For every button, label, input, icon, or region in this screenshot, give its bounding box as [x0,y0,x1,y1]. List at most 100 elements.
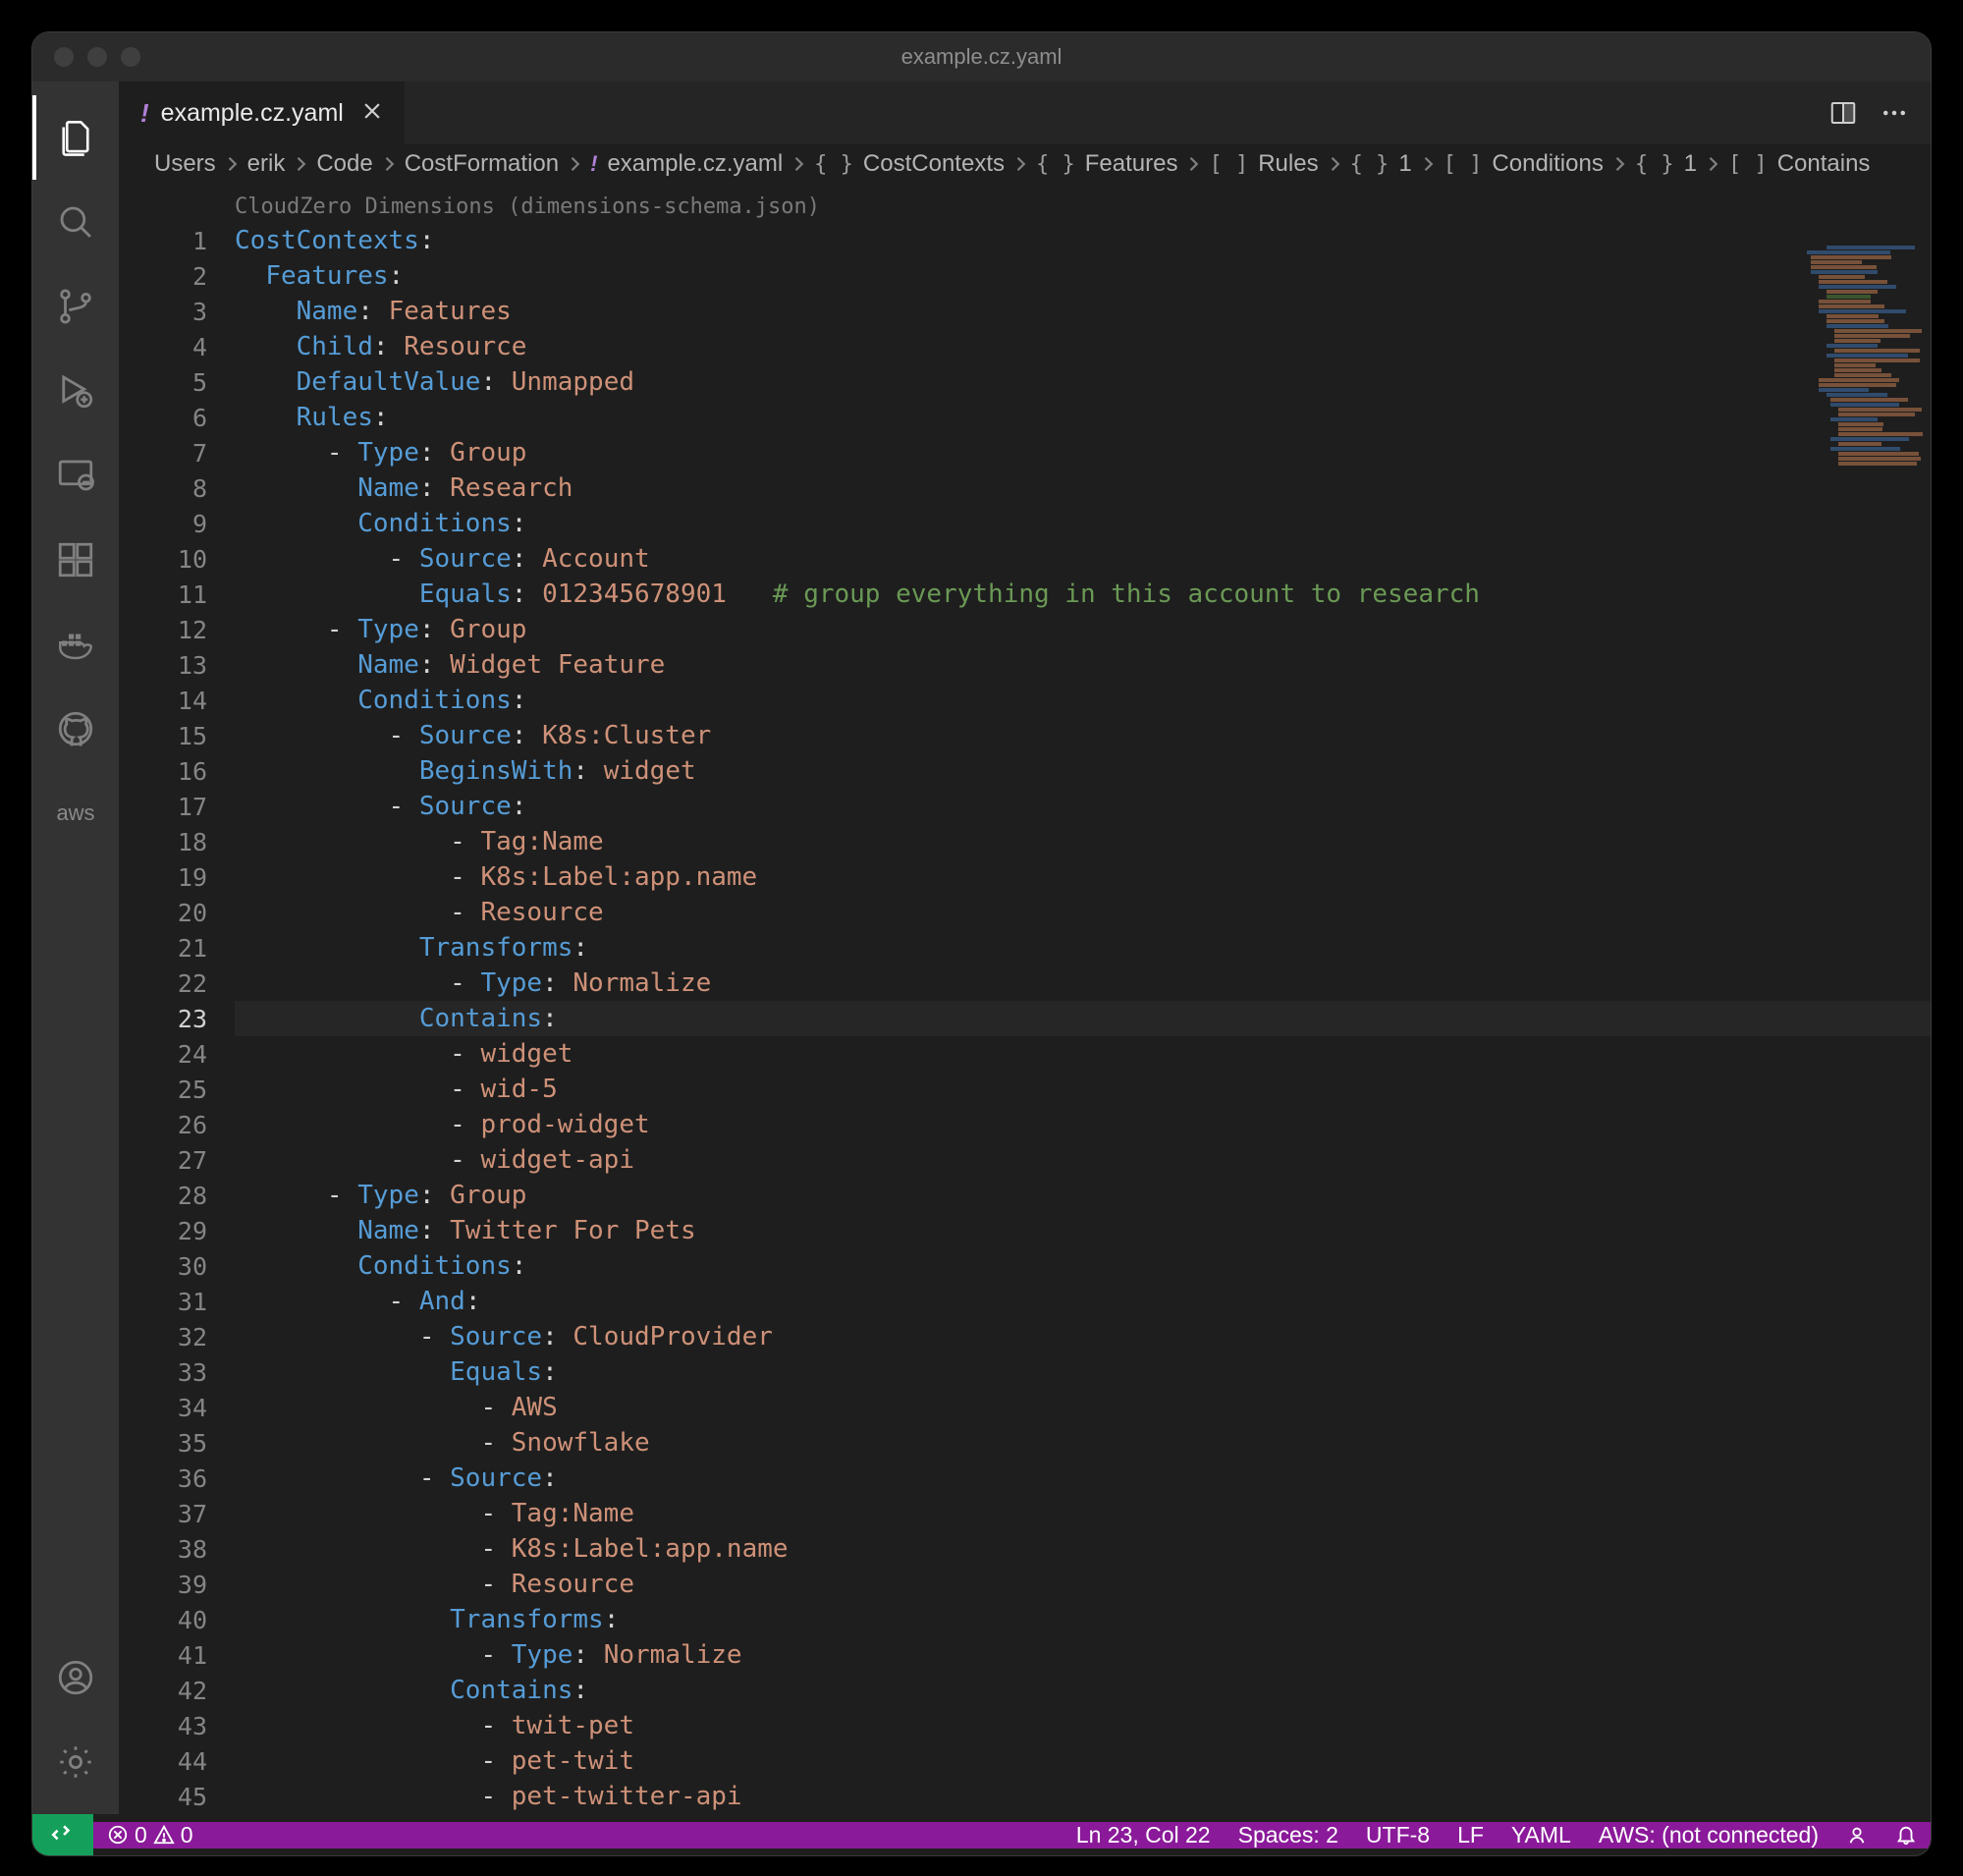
status-notifications[interactable] [1895,1824,1917,1846]
code-line[interactable]: - widget-api [235,1142,1931,1178]
code-line[interactable]: - Resource [235,1567,1931,1602]
breadcrumbs[interactable]: Users erik Code CostFormation !example.cz.ya… [119,144,1931,184]
code-line[interactable]: Features: [235,258,1931,294]
code-line[interactable]: Contains: [235,1673,1931,1708]
code-line[interactable]: Conditions: [235,1248,1931,1284]
code-line[interactable]: - K8s:Label:app.name [235,859,1931,895]
feedback-icon [1846,1824,1868,1846]
breadcrumb-item[interactable]: CostFormation [405,150,559,178]
line-number: 38 [119,1531,207,1567]
breadcrumb-item[interactable]: { }CostContexts [814,150,1005,178]
code-line[interactable]: Contains: [235,1001,1931,1036]
code-line[interactable]: - Resource [235,895,1931,930]
breadcrumb-item[interactable]: [ ]Contains [1728,150,1870,178]
tab-close-button[interactable] [355,100,383,127]
code-line[interactable]: DefaultValue: Unmapped [235,364,1931,400]
more-actions-button[interactable] [1880,98,1909,128]
gear-icon [55,1741,96,1783]
activity-remote-explorer[interactable] [32,433,119,518]
activity-run-debug[interactable] [32,349,119,433]
split-editor-button[interactable] [1828,98,1858,128]
status-cursor[interactable]: Ln 23, Col 22 [1076,1822,1211,1848]
activity-source-control[interactable] [32,264,119,349]
code-line[interactable]: - Source: [235,789,1931,824]
breadcrumb-item[interactable]: { }Features [1036,150,1177,178]
status-eol[interactable]: LF [1457,1822,1484,1848]
code-line[interactable]: CostContexts: [235,223,1931,258]
code-line[interactable]: Conditions: [235,683,1931,718]
activity-settings[interactable] [32,1720,119,1804]
fullscreen-icon[interactable] [121,47,140,67]
code-line[interactable]: - Type: Group [235,612,1931,647]
code-line[interactable]: Equals: 012345678901 # group everything … [235,577,1931,612]
status-indent[interactable]: Spaces: 2 [1238,1822,1338,1848]
code-line[interactable]: - Type: Normalize [235,1637,1931,1673]
code-line[interactable]: Name: Research [235,470,1931,506]
line-number: 18 [119,824,207,859]
status-problems[interactable]: 0 0 [107,1822,193,1848]
minimize-icon[interactable] [87,47,107,67]
activity-accounts[interactable] [32,1635,119,1720]
code-line[interactable]: - Tag:Name [235,824,1931,859]
status-language[interactable]: YAML [1511,1822,1571,1848]
code-line[interactable]: - Source: Account [235,541,1931,577]
code-line[interactable]: - pet-twit [235,1743,1931,1779]
code-line[interactable]: Transforms: [235,1602,1931,1637]
code-line[interactable]: - Type: Group [235,1178,1931,1213]
breadcrumb-item[interactable]: Users [154,150,216,178]
object-icon: { } [1350,152,1393,177]
code-content[interactable]: CloudZero Dimensions (dimensions-schema.… [235,184,1931,1814]
code-line[interactable]: - widget [235,1036,1931,1072]
breadcrumb-item[interactable]: { }1 [1635,150,1697,178]
activity-github[interactable] [32,687,119,771]
code-line[interactable]: - Source: [235,1461,1931,1496]
status-encoding[interactable]: UTF-8 [1366,1822,1430,1848]
code-line[interactable]: Name: Twitter For Pets [235,1213,1931,1248]
activity-extensions[interactable] [32,518,119,602]
breadcrumb-item[interactable]: [ ]Conditions [1444,150,1604,178]
aws-icon: aws [56,800,94,826]
breadcrumb-separator [1177,154,1209,174]
activity-explorer[interactable] [32,95,119,180]
code-line[interactable]: - Source: K8s:Cluster [235,718,1931,753]
remote-indicator[interactable] [32,1814,93,1855]
code-line[interactable]: Rules: [235,400,1931,435]
code-line[interactable]: Child: Resource [235,329,1931,364]
breadcrumb-item[interactable]: { }1 [1350,150,1412,178]
code-line[interactable]: Conditions: [235,506,1931,541]
code-line[interactable]: Name: Widget Feature [235,647,1931,683]
error-icon [107,1824,129,1846]
code-line[interactable]: - And: [235,1284,1931,1319]
code-line[interactable]: - Source: CloudProvider [235,1319,1931,1354]
code-line[interactable]: - Type: Group [235,435,1931,470]
activity-docker[interactable] [32,602,119,687]
breadcrumb-item[interactable]: [ ]Rules [1209,150,1318,178]
code-line[interactable]: - wid-5 [235,1072,1931,1107]
code-line[interactable]: - prod-widget [235,1107,1931,1142]
code-line[interactable]: - Snowflake [235,1425,1931,1461]
breadcrumb-label: Rules [1258,150,1318,178]
breadcrumb-item[interactable]: !example.cz.yaml [590,150,783,178]
object-icon: { } [1036,152,1079,177]
tab-example-cz-yaml[interactable]: ! example.cz.yaml [119,82,406,144]
breadcrumb-item[interactable]: Code [316,150,372,178]
codelens[interactable]: CloudZero Dimensions (dimensions-schema.… [235,190,1931,223]
activity-search[interactable] [32,180,119,264]
code-editor[interactable]: 1234567891011121314151617181920212223242… [119,184,1931,1814]
close-icon[interactable] [54,47,74,67]
breadcrumb-item[interactable]: erik [247,150,286,178]
code-line[interactable]: - Type: Normalize [235,966,1931,1001]
code-line[interactable]: - twit-pet [235,1708,1931,1743]
code-line[interactable]: - Tag:Name [235,1496,1931,1531]
status-feedback[interactable] [1846,1824,1868,1846]
activity-aws[interactable]: aws [32,771,119,855]
code-line[interactable]: - AWS [235,1390,1931,1425]
line-number: 20 [119,895,207,930]
code-line[interactable]: - pet-twitter-api [235,1779,1931,1814]
status-aws[interactable]: AWS: (not connected) [1599,1822,1819,1848]
code-line[interactable]: BeginsWith: widget [235,753,1931,789]
code-line[interactable]: - K8s:Label:app.name [235,1531,1931,1567]
code-line[interactable]: Transforms: [235,930,1931,966]
code-line[interactable]: Name: Features [235,294,1931,329]
code-line[interactable]: Equals: [235,1354,1931,1390]
